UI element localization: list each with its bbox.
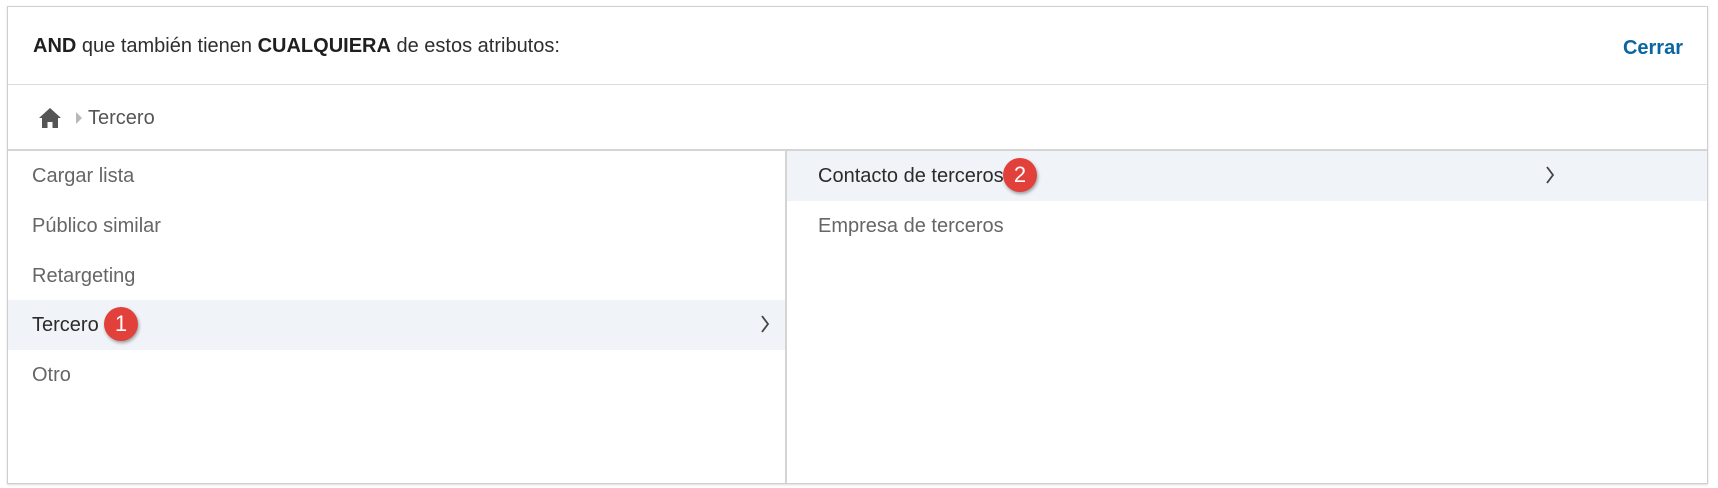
home-icon[interactable]	[38, 107, 62, 129]
step-badge-1: 1	[104, 307, 138, 341]
category-item-tercero[interactable]: Tercero 1	[8, 300, 785, 350]
step-badge-2: 2	[1003, 158, 1037, 192]
category-item-otro[interactable]: Otro	[8, 350, 785, 400]
category-item-label: Público similar	[32, 215, 161, 237]
breadcrumb-item-tercero[interactable]: Tercero	[88, 107, 155, 130]
category-item-label: Cargar lista	[32, 165, 135, 187]
panel-title: AND que también tienen CUALQUIERA de est…	[33, 35, 560, 58]
subcategory-list: Contacto de terceros 2 Empresa de tercer…	[787, 151, 1707, 483]
breadcrumb-separator-icon	[76, 112, 82, 124]
close-button[interactable]: Cerrar	[1623, 37, 1683, 60]
title-text-end: de estos atributos:	[390, 35, 560, 57]
chevron-right-icon	[761, 315, 770, 333]
category-item-publico-similar[interactable]: Público similar	[8, 201, 785, 251]
category-list: Cargar lista Público similar Retargeting…	[8, 151, 787, 483]
subcategory-item-label: Empresa de terceros	[818, 215, 1004, 237]
attribute-picker-panel: AND que también tienen CUALQUIERA de est…	[7, 6, 1708, 484]
subcategory-item-empresa-de-terceros[interactable]: Empresa de terceros	[787, 201, 1707, 251]
subcategory-item-label: Contacto de terceros	[818, 165, 1004, 187]
category-item-label: Retargeting	[32, 265, 136, 287]
title-and: AND	[33, 35, 77, 57]
chevron-right-icon	[1546, 166, 1555, 184]
subcategory-item-contacto-de-terceros[interactable]: Contacto de terceros 2	[787, 151, 1707, 201]
panel-header: AND que también tienen CUALQUIERA de est…	[8, 7, 1707, 85]
title-any: CUALQUIERA	[257, 35, 391, 57]
title-text: que también tienen	[76, 35, 258, 57]
category-item-label: Otro	[32, 364, 71, 386]
category-item-cargar-lista[interactable]: Cargar lista	[8, 151, 785, 201]
category-item-retargeting[interactable]: Retargeting	[8, 251, 785, 301]
category-item-label: Tercero	[32, 314, 99, 336]
breadcrumb: Tercero	[8, 85, 1707, 151]
